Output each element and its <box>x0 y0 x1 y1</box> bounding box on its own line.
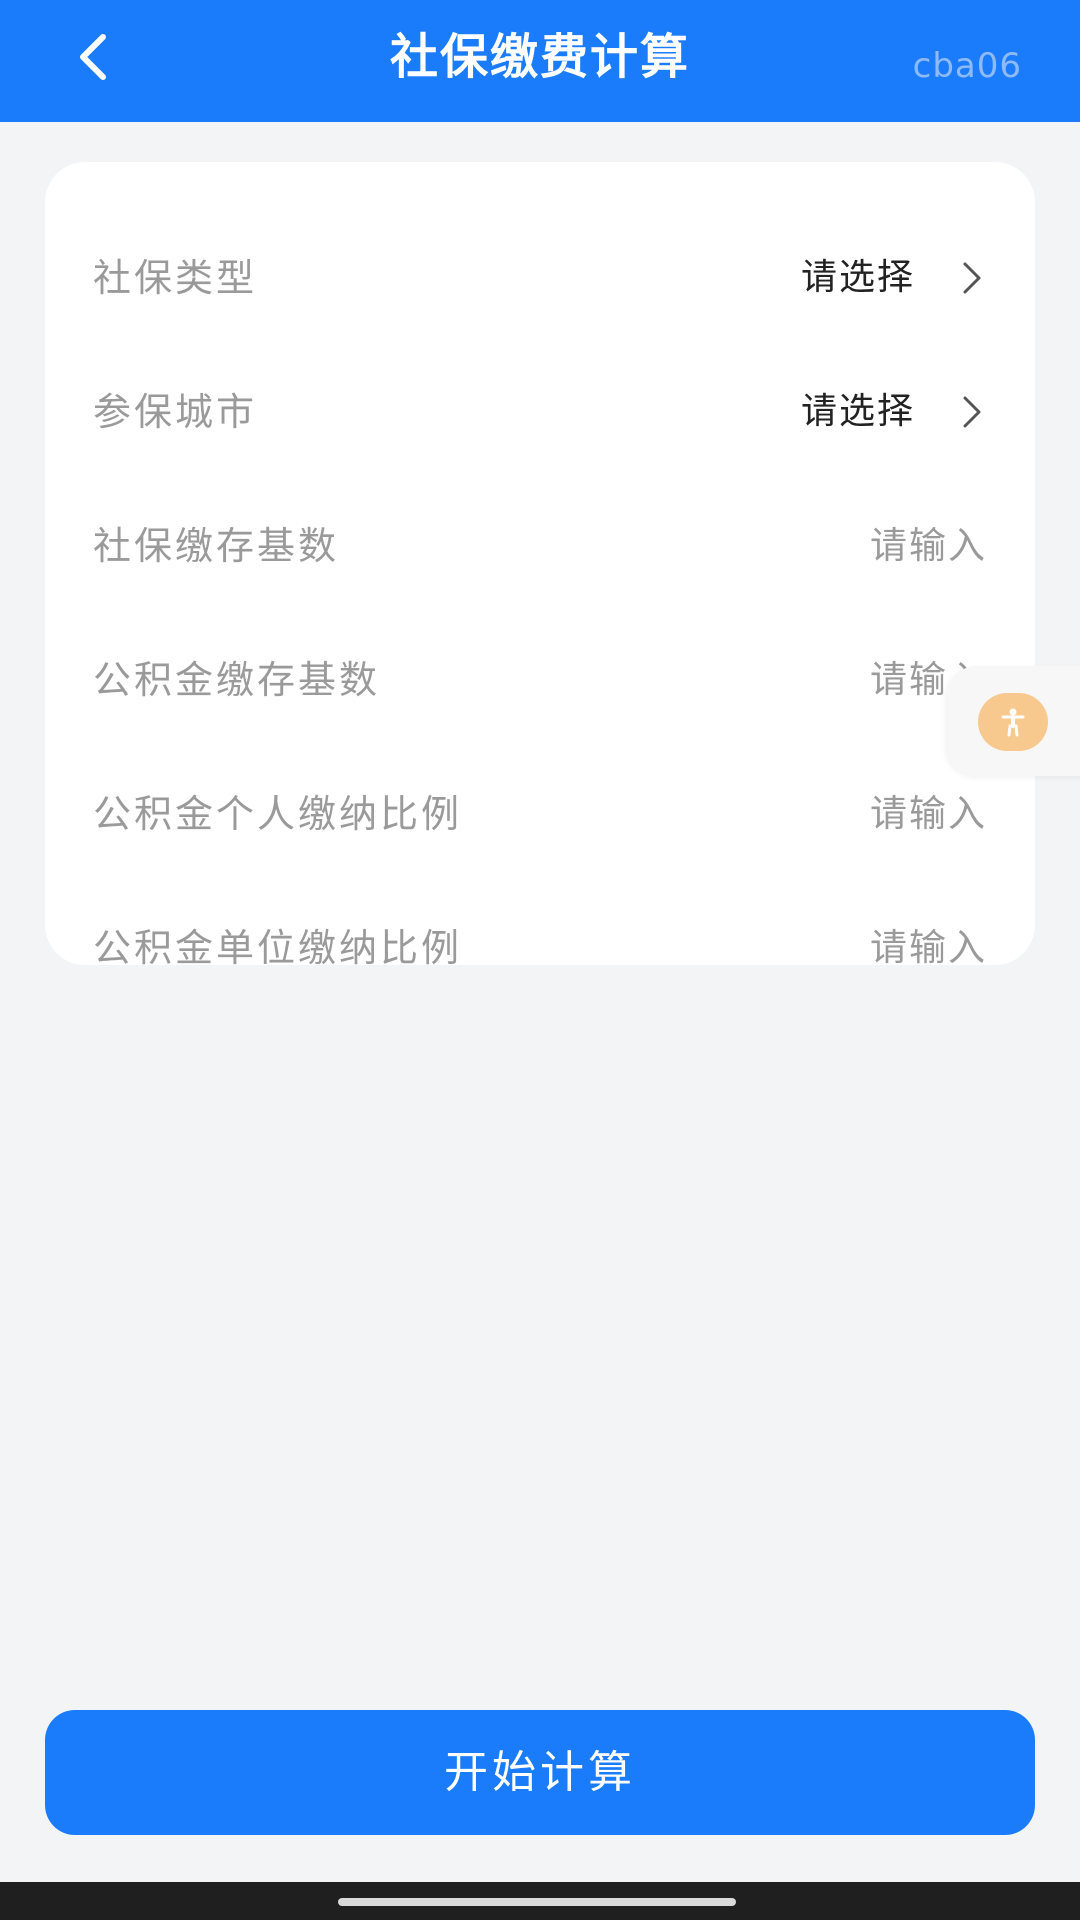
home-indicator[interactable] <box>338 1898 736 1906</box>
select-value[interactable]: 请选择 <box>801 228 915 328</box>
accessibility-icon <box>1001 708 1025 737</box>
row-label: 公积金单位缴纳比例 <box>93 926 463 970</box>
row-social-security-base[interactable]: 社保缴存基数 请输入 <box>45 496 1035 596</box>
header-bar: 社保缴费计算 cba06 <box>0 0 1080 122</box>
system-nav-bar <box>0 1882 1080 1920</box>
social-security-base-input[interactable]: 请输入 <box>870 496 987 596</box>
chevron-right-icon <box>954 260 990 296</box>
housing-fund-personal-ratio-input[interactable]: 请输入 <box>870 764 987 864</box>
select-value[interactable]: 请选择 <box>801 362 915 462</box>
row-insured-city[interactable]: 参保城市 请选择 <box>45 362 1035 462</box>
row-housing-fund-base[interactable]: 公积金缴存基数 请输入 <box>45 630 1035 730</box>
accessibility-button[interactable] <box>978 693 1048 751</box>
row-housing-fund-employer-ratio[interactable]: 公积金单位缴纳比例 请输入 <box>45 898 1035 998</box>
row-label: 公积金个人缴纳比例 <box>93 792 463 836</box>
row-label: 公积金缴存基数 <box>93 658 381 702</box>
form-card: 社保类型 请选择 参保城市 请选择 社保缴存基数 请输入 公积金缴存基数 请输入… <box>45 162 1035 970</box>
row-label: 社保缴存基数 <box>93 524 340 568</box>
row-label: 参保城市 <box>93 390 258 434</box>
row-social-security-type[interactable]: 社保类型 请选择 <box>45 228 1035 328</box>
housing-fund-employer-ratio-input[interactable]: 请输入 <box>870 898 987 998</box>
chevron-right-icon <box>954 394 990 430</box>
start-calculation-button[interactable]: 开始计算 <box>45 1710 1035 1835</box>
row-label: 社保类型 <box>93 256 258 300</box>
row-housing-fund-personal-ratio[interactable]: 公积金个人缴纳比例 请输入 <box>45 764 1035 864</box>
header-tag: cba06 <box>912 46 1022 86</box>
